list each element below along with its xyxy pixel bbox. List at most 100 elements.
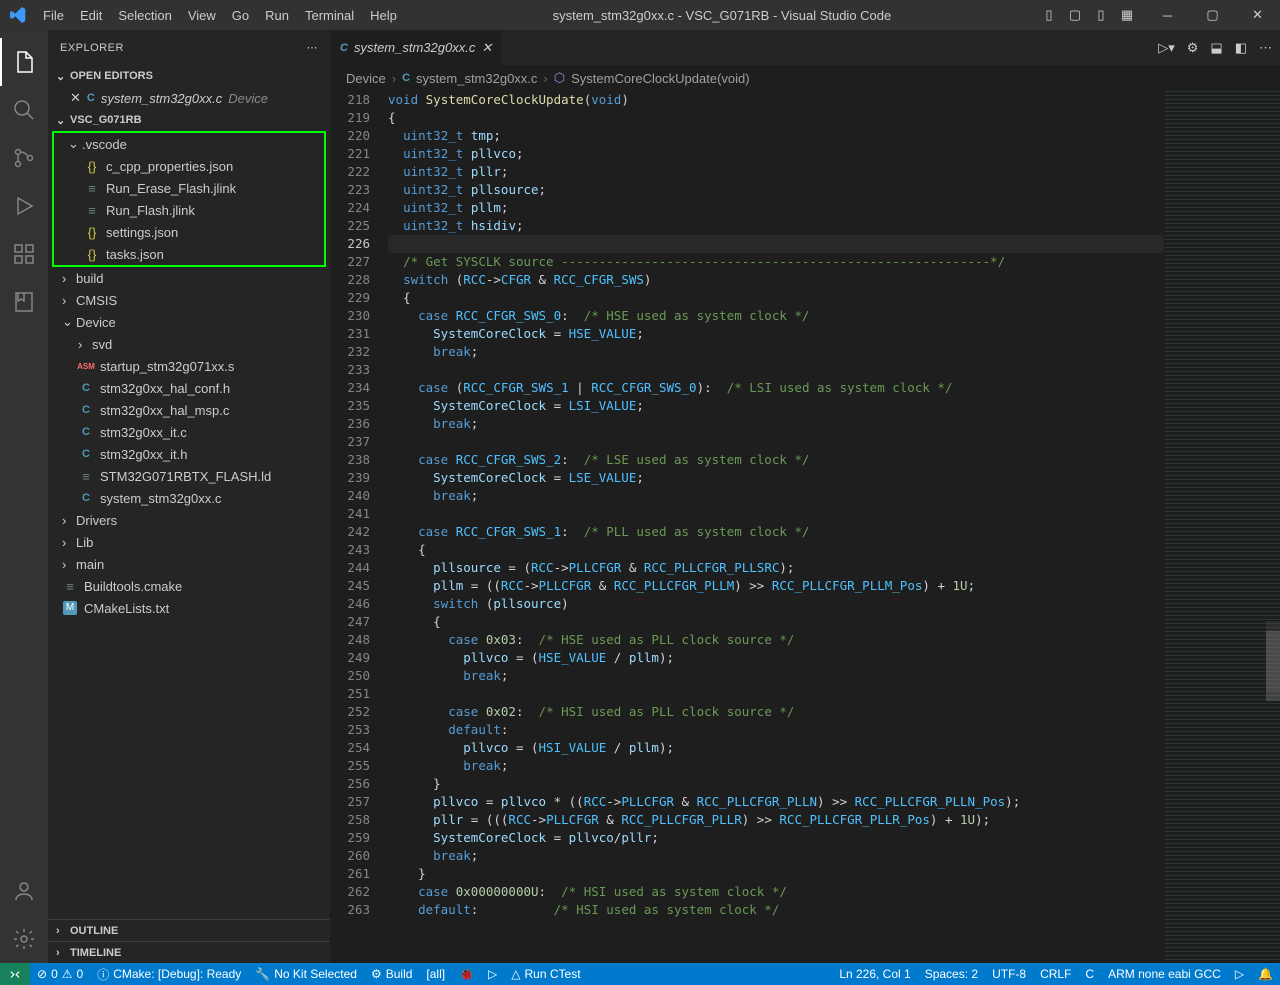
folder-vscode[interactable]: .vscode <box>54 133 324 155</box>
breadcrumbs[interactable]: Device › C system_stm32g0xx.c › ⬡ System… <box>330 65 1280 91</box>
file-row[interactable]: ≡Buildtools.cmake <box>48 575 330 597</box>
breadcrumb-folder[interactable]: Device <box>346 71 386 86</box>
menu-selection[interactable]: Selection <box>110 8 179 23</box>
tab-active[interactable]: C system_stm32g0xx.c ✕ <box>330 30 503 65</box>
menu-run[interactable]: Run <box>257 8 297 23</box>
file-row[interactable]: {}settings.json <box>54 221 324 243</box>
run-icon[interactable]: ▷ <box>481 963 504 985</box>
text-file-icon: ≡ <box>84 181 100 196</box>
folder-row[interactable]: build <box>48 267 330 289</box>
minimap[interactable] <box>1164 91 1280 963</box>
menu-bar: FileEditSelectionViewGoRunTerminalHelp <box>35 8 405 23</box>
settings-gear-icon[interactable] <box>0 915 48 963</box>
run-dropdown-icon[interactable]: ▷▾ <box>1158 40 1175 56</box>
more-actions-icon[interactable]: ⋯ <box>1259 40 1272 56</box>
run-ctest[interactable]: △Run CTest <box>504 963 587 985</box>
text-file-icon: ≡ <box>62 579 78 594</box>
breadcrumb-symbol[interactable]: SystemCoreClockUpdate(void) <box>571 71 749 86</box>
cmake-status[interactable]: ⓘCMake: [Debug]: Ready <box>90 963 248 985</box>
json-file-icon: {} <box>84 247 100 262</box>
layout-left-icon[interactable]: ▯ <box>1039 5 1059 25</box>
bookmark-icon[interactable] <box>0 278 48 326</box>
run-debug-icon[interactable] <box>0 182 48 230</box>
eol[interactable]: CRLF <box>1033 963 1078 985</box>
open-editor-item[interactable]: ✕ C system_stm32g0xx.c Device <box>48 87 330 109</box>
close-tab-icon[interactable]: ✕ <box>481 40 492 56</box>
file-row[interactable]: Cstm32g0xx_it.h <box>48 443 330 465</box>
remote-button[interactable] <box>0 963 30 985</box>
explorer-icon[interactable] <box>0 38 48 86</box>
breadcrumb-file[interactable]: system_stm32g0xx.c <box>416 71 537 86</box>
file-row[interactable]: Cstm32g0xx_hal_msp.c <box>48 399 330 421</box>
tab-bar: C system_stm32g0xx.c ✕ ▷▾ ⚙ ⬓ ◧ ⋯ <box>330 30 1280 65</box>
menu-help[interactable]: Help <box>362 8 405 23</box>
layout-right-icon[interactable]: ▯ <box>1091 5 1111 25</box>
extensions-icon[interactable] <box>0 230 48 278</box>
more-icon[interactable]: ⋯ <box>307 41 319 54</box>
tab-actions: ▷▾ ⚙ ⬓ ◧ ⋯ <box>1150 30 1280 65</box>
c-file-icon: C <box>78 404 94 416</box>
file-row[interactable]: ≡Run_Erase_Flash.jlink <box>54 177 324 199</box>
errors-warnings[interactable]: ⊘0 ⚠0 <box>30 963 90 985</box>
build-button[interactable]: ⚙Build <box>364 963 419 985</box>
folder-row[interactable]: main <box>48 553 330 575</box>
split-editor-icon[interactable]: ◧ <box>1235 40 1247 56</box>
vertical-scrollbar[interactable] <box>1266 631 1280 701</box>
activity-bar <box>0 30 48 963</box>
debug-icon[interactable]: 🐞 <box>452 963 481 985</box>
search-icon[interactable] <box>0 86 48 134</box>
folder-row[interactable]: CMSIS <box>48 289 330 311</box>
file-row[interactable]: ≡Run_Flash.jlink <box>54 199 324 221</box>
feedback-icon[interactable]: ▷ <box>1228 963 1251 985</box>
file-row[interactable]: Cstm32g0xx_hal_conf.h <box>48 377 330 399</box>
text-file-icon: ≡ <box>84 203 100 218</box>
open-editors-section[interactable]: OPEN EDITORS <box>48 65 330 87</box>
close-icon[interactable]: ✕ <box>70 90 81 106</box>
menu-file[interactable]: File <box>35 8 72 23</box>
json-file-icon: {} <box>84 225 100 240</box>
indentation[interactable]: Spaces: 2 <box>918 963 985 985</box>
editor-area: C system_stm32g0xx.c ✕ ▷▾ ⚙ ⬓ ◧ ⋯ Device… <box>330 30 1280 963</box>
title-bar: FileEditSelectionViewGoRunTerminalHelp s… <box>0 0 1280 30</box>
layout-bottom-icon[interactable]: ▢ <box>1065 5 1085 25</box>
diff-icon[interactable]: ⬓ <box>1210 40 1222 56</box>
file-row[interactable]: ASMstartup_stm32g071xx.s <box>48 355 330 377</box>
layout-grid-icon[interactable]: ▦ <box>1117 5 1137 25</box>
minimize-button[interactable]: ─ <box>1145 7 1190 23</box>
folder-row[interactable]: svd <box>48 333 330 355</box>
code-content[interactable]: void SystemCoreClockUpdate(void){ uint32… <box>388 91 1164 963</box>
language-mode[interactable]: C <box>1078 963 1101 985</box>
compiler[interactable]: ARM none eabi GCC <box>1101 963 1228 985</box>
account-icon[interactable] <box>0 867 48 915</box>
status-bar: ⊘0 ⚠0 ⓘCMake: [Debug]: Ready 🔧No Kit Sel… <box>0 963 1280 985</box>
project-section[interactable]: VSC_G071RB <box>48 109 330 131</box>
maximize-button[interactable]: ▢ <box>1190 7 1235 23</box>
cursor-position[interactable]: Ln 226, Col 1 <box>832 963 917 985</box>
c-file-icon: C <box>87 92 95 104</box>
file-row[interactable]: {}tasks.json <box>54 243 324 265</box>
kit-status[interactable]: 🔧No Kit Selected <box>248 963 364 985</box>
menu-go[interactable]: Go <box>224 8 257 23</box>
folder-row[interactable]: Lib <box>48 531 330 553</box>
folder-device[interactable]: Device <box>48 311 330 333</box>
bell-icon[interactable]: 🔔 <box>1251 963 1280 985</box>
source-control-icon[interactable] <box>0 134 48 182</box>
menu-edit[interactable]: Edit <box>72 8 110 23</box>
file-row[interactable]: MCMakeLists.txt <box>48 597 330 619</box>
outline-section[interactable]: OUTLINE <box>48 919 330 941</box>
vscode-logo-icon <box>0 7 35 23</box>
settings-icon[interactable]: ⚙ <box>1187 40 1199 56</box>
timeline-section[interactable]: TIMELINE <box>48 941 330 963</box>
build-target[interactable]: [all] <box>419 963 452 985</box>
folder-row[interactable]: Drivers <box>48 509 330 531</box>
window-title: system_stm32g0xx.c - VSC_G071RB - Visual… <box>405 8 1039 23</box>
c-file-icon: C <box>340 42 348 54</box>
file-row[interactable]: Cstm32g0xx_it.c <box>48 421 330 443</box>
close-button[interactable]: ✕ <box>1235 7 1280 23</box>
file-row[interactable]: {}c_cpp_properties.json <box>54 155 324 177</box>
menu-terminal[interactable]: Terminal <box>297 8 362 23</box>
file-row[interactable]: Csystem_stm32g0xx.c <box>48 487 330 509</box>
encoding[interactable]: UTF-8 <box>985 963 1033 985</box>
file-row[interactable]: ≡STM32G071RBTX_FLASH.ld <box>48 465 330 487</box>
menu-view[interactable]: View <box>180 8 224 23</box>
